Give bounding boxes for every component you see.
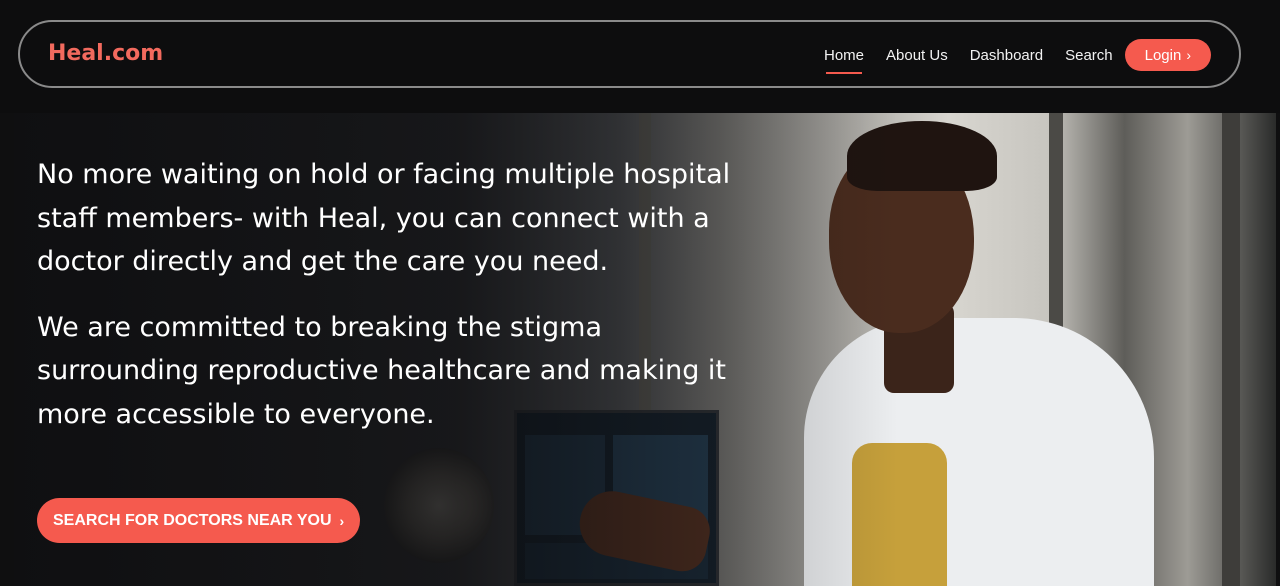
brand-logo[interactable]: Heal.com <box>48 41 163 66</box>
login-button-label: Login <box>1144 46 1182 64</box>
search-doctors-button[interactable]: SEARCH FOR DOCTORS NEAR YOU › <box>37 498 361 543</box>
login-button[interactable]: Login › <box>1124 39 1211 71</box>
top-bar: Heal.com Home About Us Dashboard Search … <box>0 0 1280 113</box>
nav-item-home[interactable]: Home <box>824 47 864 74</box>
hero-section: No more waiting on hold or facing multip… <box>14 113 1276 586</box>
chevron-right-icon: › <box>1186 47 1191 63</box>
navbar: Heal.com Home About Us Dashboard Search … <box>18 20 1241 88</box>
nav-item-dashboard[interactable]: Dashboard <box>970 47 1043 64</box>
search-doctors-label: SEARCH FOR DOCTORS NEAR YOU <box>53 511 332 529</box>
nav-item-about-us[interactable]: About Us <box>886 47 948 64</box>
chevron-right-icon: › <box>339 512 345 529</box>
hero-paragraph-mission: We are committed to breaking the stigma … <box>37 311 727 430</box>
hero-paragraph-intro: No more waiting on hold or facing multip… <box>37 159 731 277</box>
nav-menu: Home About Us Dashboard Search Login › <box>802 38 1211 74</box>
nav-item-search[interactable]: Search <box>1065 47 1113 64</box>
hero-copy: No more waiting on hold or facing multip… <box>37 153 737 458</box>
